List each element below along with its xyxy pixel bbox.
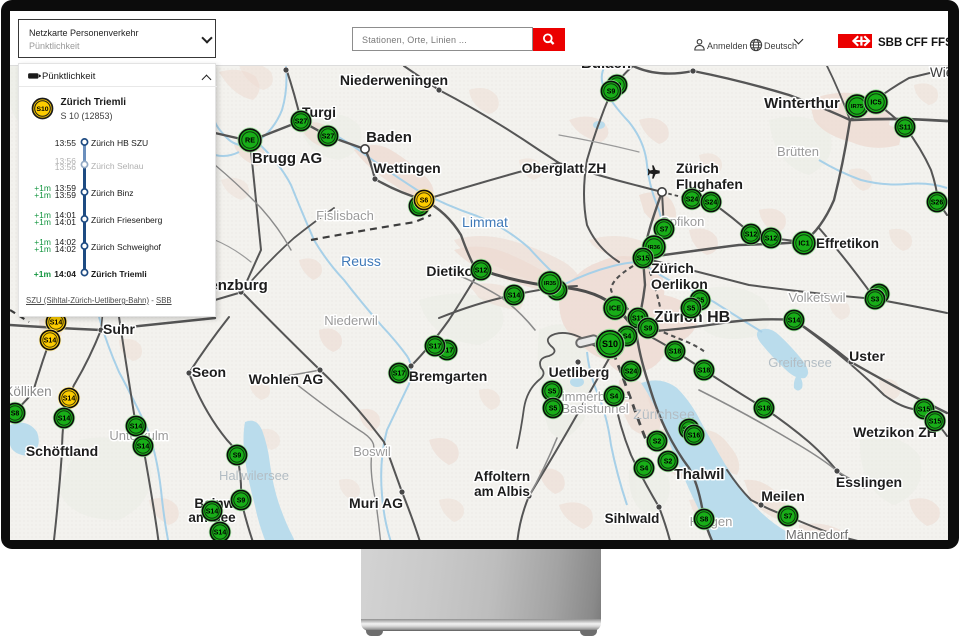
svg-text:Brütten: Brütten <box>777 144 819 159</box>
svg-text:Oberglatt ZH: Oberglatt ZH <box>522 160 607 176</box>
svg-text:Uster: Uster <box>849 348 885 364</box>
svg-text:am Albis: am Albis <box>474 484 530 499</box>
svg-text:Winterthur: Winterthur <box>764 95 840 112</box>
svg-text:Brugg AG: Brugg AG <box>252 150 322 167</box>
svg-text:S26: S26 <box>931 200 944 207</box>
svg-text:Affoltern: Affoltern <box>474 469 530 484</box>
svg-text:Wiesendangen: Wiesendangen <box>930 66 948 80</box>
svg-text:S27: S27 <box>322 134 335 141</box>
svg-text:Männedorf: Männedorf <box>786 527 849 540</box>
svg-text:Boswil: Boswil <box>353 444 391 459</box>
svg-text:S24: S24 <box>705 200 718 207</box>
svg-text:S2: S2 <box>653 439 662 446</box>
svg-text:Bülach: Bülach <box>581 66 631 72</box>
svg-text:IR35: IR35 <box>544 281 557 287</box>
svg-text:Meilen: Meilen <box>761 488 805 504</box>
svg-text:Thalwil: Thalwil <box>674 466 725 483</box>
svg-text:Niederweningen: Niederweningen <box>340 72 448 88</box>
svg-text:Effretikon: Effretikon <box>816 236 879 251</box>
svg-text:S9: S9 <box>644 326 653 333</box>
svg-text:Muri AG: Muri AG <box>349 495 403 511</box>
svg-text:S7: S7 <box>660 227 669 234</box>
svg-text:S4: S4 <box>610 394 619 401</box>
svg-text:S10: S10 <box>36 106 48 113</box>
svg-text:S9: S9 <box>237 498 246 505</box>
svg-text:IC1: IC1 <box>798 239 809 248</box>
svg-text:S14: S14 <box>130 424 143 431</box>
svg-text:S14: S14 <box>137 444 150 451</box>
svg-text:S10: S10 <box>602 339 618 349</box>
svg-text:Hallwilersee: Hallwilersee <box>219 468 289 483</box>
svg-text:S6: S6 <box>420 198 429 205</box>
svg-text:S8: S8 <box>11 411 20 418</box>
svg-text:S14: S14 <box>788 318 801 325</box>
svg-text:S2: S2 <box>664 459 673 466</box>
svg-text:S24: S24 <box>686 197 699 204</box>
svg-text:S5: S5 <box>549 406 558 413</box>
svg-text:S11: S11 <box>899 125 911 132</box>
svg-text:S9: S9 <box>607 89 616 96</box>
svg-text:Wetzikon ZH: Wetzikon ZH <box>853 424 937 440</box>
svg-text:Seon: Seon <box>192 364 226 380</box>
svg-text:Wohlen AG: Wohlen AG <box>249 371 324 387</box>
svg-text:Volketswil: Volketswil <box>788 290 845 305</box>
svg-text:Esslingen: Esslingen <box>836 474 902 490</box>
svg-text:S24: S24 <box>625 369 638 376</box>
svg-text:S12: S12 <box>745 232 758 239</box>
svg-text:Schöftland: Schöftland <box>26 443 98 459</box>
svg-text:Reuss: Reuss <box>341 253 381 269</box>
svg-text:S5: S5 <box>548 389 557 396</box>
svg-text:S15: S15 <box>929 419 942 426</box>
svg-text:S18: S18 <box>669 349 682 356</box>
svg-text:RE: RE <box>245 136 255 145</box>
svg-text:S17: S17 <box>393 371 406 378</box>
svg-text:Kölliken: Kölliken <box>10 384 52 399</box>
svg-text:Sihlwald: Sihlwald <box>605 511 660 526</box>
svg-text:ICE: ICE <box>609 304 621 313</box>
svg-text:Bremgarten: Bremgarten <box>409 368 488 384</box>
svg-text:S27: S27 <box>295 119 308 126</box>
svg-text:S14: S14 <box>44 338 57 345</box>
svg-text:S7: S7 <box>784 514 793 521</box>
svg-text:Niederwil: Niederwil <box>324 313 378 328</box>
svg-text:S3: S3 <box>871 297 880 304</box>
svg-text:S9: S9 <box>233 453 242 460</box>
svg-text:S14: S14 <box>50 320 63 327</box>
svg-text:S14: S14 <box>206 509 219 516</box>
svg-text:S8: S8 <box>700 517 709 524</box>
svg-text:S15: S15 <box>637 256 650 263</box>
svg-text:IR75: IR75 <box>851 104 864 110</box>
svg-text:Baden: Baden <box>366 129 412 146</box>
svg-text:S17: S17 <box>429 344 442 351</box>
svg-text:Suhr: Suhr <box>103 321 135 337</box>
svg-text:Zürich: Zürich <box>651 260 694 276</box>
svg-text:S14: S14 <box>63 396 76 403</box>
svg-text:S12: S12 <box>765 236 778 243</box>
svg-text:Limmat: Limmat <box>462 214 508 230</box>
svg-text:S14: S14 <box>508 293 521 300</box>
svg-text:Greifensee: Greifensee <box>768 355 832 370</box>
svg-text:S12: S12 <box>475 268 488 275</box>
svg-text:S14: S14 <box>58 416 71 423</box>
svg-text:Wettingen: Wettingen <box>373 160 440 176</box>
svg-text:Fislisbach: Fislisbach <box>316 208 374 223</box>
svg-text:IC5: IC5 <box>870 98 881 107</box>
svg-text:S5: S5 <box>687 306 696 313</box>
svg-text:S4: S4 <box>640 466 649 473</box>
svg-text:Zürich: Zürich <box>676 160 719 176</box>
svg-text:S18: S18 <box>698 368 711 375</box>
svg-text:S18: S18 <box>758 406 771 413</box>
svg-text:S14: S14 <box>214 530 227 537</box>
svg-text:S16: S16 <box>688 433 701 440</box>
svg-text:Uetliberg: Uetliberg <box>549 364 610 380</box>
